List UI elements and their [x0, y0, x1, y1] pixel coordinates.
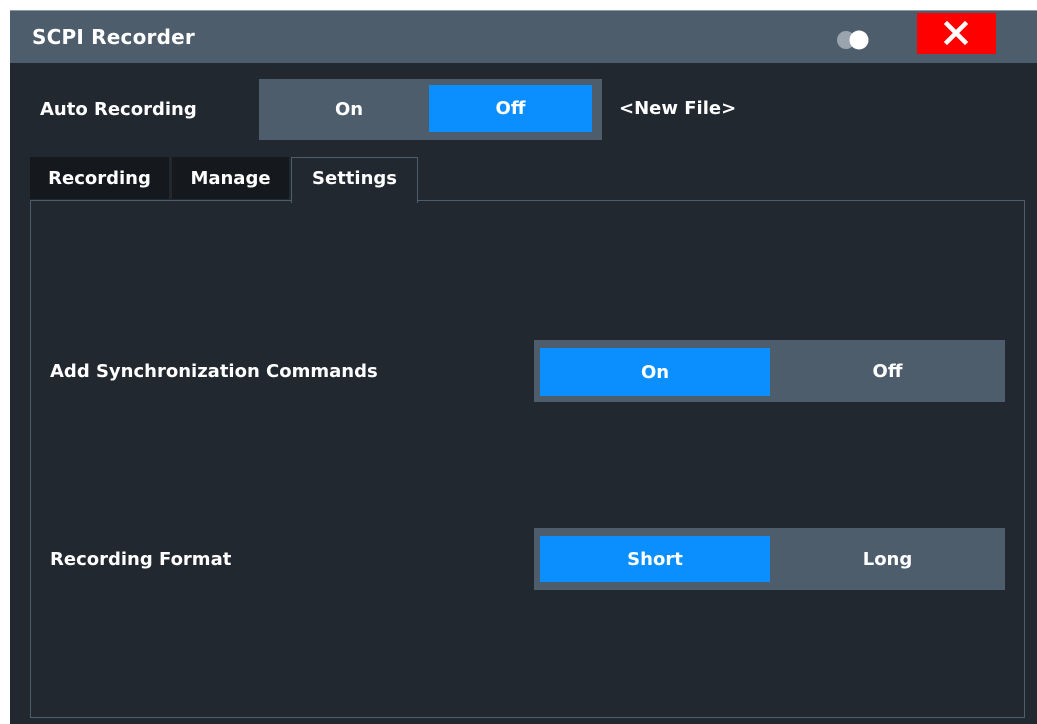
settings-panel: [30, 200, 1025, 718]
recording-format-label: Recording Format: [50, 549, 232, 570]
format-short-button[interactable]: Short: [540, 536, 770, 582]
auto-recording-label: Auto Recording: [40, 99, 197, 120]
sync-commands-toggle: On Off: [534, 340, 1005, 402]
title-bar: SCPI Recorder: [10, 10, 1037, 63]
auto-recording-off-button[interactable]: Off: [429, 85, 592, 132]
sync-off-button[interactable]: Off: [770, 340, 1005, 402]
format-long-button[interactable]: Long: [770, 528, 1005, 590]
recording-format-toggle: Short Long: [534, 528, 1005, 590]
auto-recording-on-button[interactable]: On: [269, 79, 429, 140]
dialog-title: SCPI Recorder: [32, 25, 195, 49]
auto-recording-toggle: On Off: [259, 79, 602, 140]
toggle-icon[interactable]: [836, 30, 872, 50]
close-button[interactable]: [917, 13, 996, 54]
close-icon: [943, 20, 969, 46]
file-name-label: <New File>: [619, 98, 737, 119]
tab-recording[interactable]: Recording: [30, 157, 169, 199]
tab-settings[interactable]: Settings: [291, 157, 418, 203]
sync-on-button[interactable]: On: [540, 348, 770, 396]
scpi-recorder-dialog: SCPI Recorder Auto Recording On Off <New…: [10, 10, 1037, 724]
sync-commands-label: Add Synchronization Commands: [50, 361, 378, 382]
tab-manage[interactable]: Manage: [172, 157, 289, 199]
